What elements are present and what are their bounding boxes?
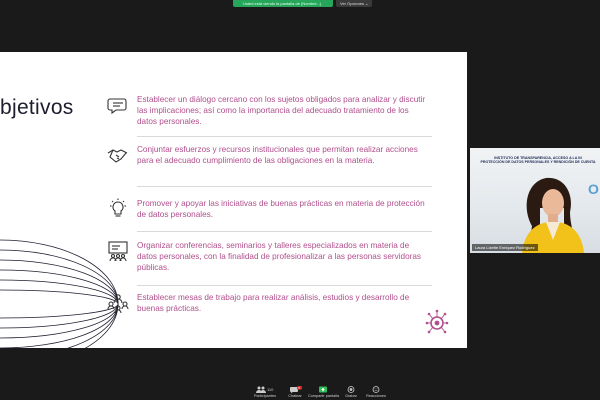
lightbulb-icon [110, 198, 126, 217]
share-screen-icon [319, 386, 327, 393]
participant-video-feed: I O [522, 177, 599, 253]
divider [137, 186, 432, 187]
meeting-toolbar: 110 Participantes 6 Chatear Compartir pa… [0, 384, 600, 400]
team-icon [107, 294, 129, 314]
participant-name-tag: Laura Lizette Enriquez Rodríguez [472, 244, 538, 251]
chat-icon: 6 [290, 386, 302, 393]
chat-bubble-icon [107, 98, 127, 115]
view-options-button[interactable]: Ver Opciones ⌄ [336, 0, 373, 7]
divider [137, 136, 432, 137]
presentation-board-icon [108, 241, 128, 262]
chat-label: Chatear [288, 394, 302, 398]
handshake-icon [107, 149, 128, 163]
divider [137, 285, 432, 286]
screen-share-banner: Usted está viendo la pantalla de (Nombre… [233, 0, 373, 7]
objective-text: Establecer mesas de trabajo para realiza… [137, 293, 410, 313]
participants-button[interactable]: 110 Participantes [250, 386, 280, 398]
share-screen-button[interactable]: Compartir pantalla [308, 386, 340, 398]
meeting-window: Usted está viendo la pantalla de (Nombre… [0, 0, 600, 400]
objective-text: Establecer un diálogo cercano con los su… [137, 95, 426, 126]
share-status-text: Usted está viendo la pantalla de (Nombre… [233, 0, 333, 7]
decorative-rings [0, 239, 119, 348]
institution-logo-icon [425, 309, 449, 334]
participants-icon: 110 [256, 386, 274, 393]
participant-video-tile[interactable]: INSTITUTO DE TRANSPARENCIA, ACCESO A LA … [470, 148, 600, 253]
reactions-label: Reacciones [366, 394, 386, 398]
objective-text: Organizar conferencias, seminarios y tal… [137, 241, 421, 272]
divider [137, 231, 432, 232]
reactions-button[interactable]: Reacciones [361, 386, 391, 398]
shared-slide: bjetivos Establecer un diálogo cercano c… [0, 52, 467, 348]
objective-text: Promover y apoyar las iniciativas de bue… [137, 199, 425, 219]
participants-count: 110 [267, 387, 274, 392]
record-icon [347, 386, 355, 393]
reactions-icon [372, 386, 380, 393]
slide-title: bjetivos [0, 96, 74, 119]
svg-text:O: O [588, 181, 599, 197]
share-screen-label: Compartir pantalla [308, 394, 340, 398]
chat-button[interactable]: 6 Chatear [280, 386, 310, 398]
participants-label: Participantes [254, 394, 276, 398]
objective-text: Conjuntar esfuerzos y recursos instituci… [137, 145, 418, 165]
